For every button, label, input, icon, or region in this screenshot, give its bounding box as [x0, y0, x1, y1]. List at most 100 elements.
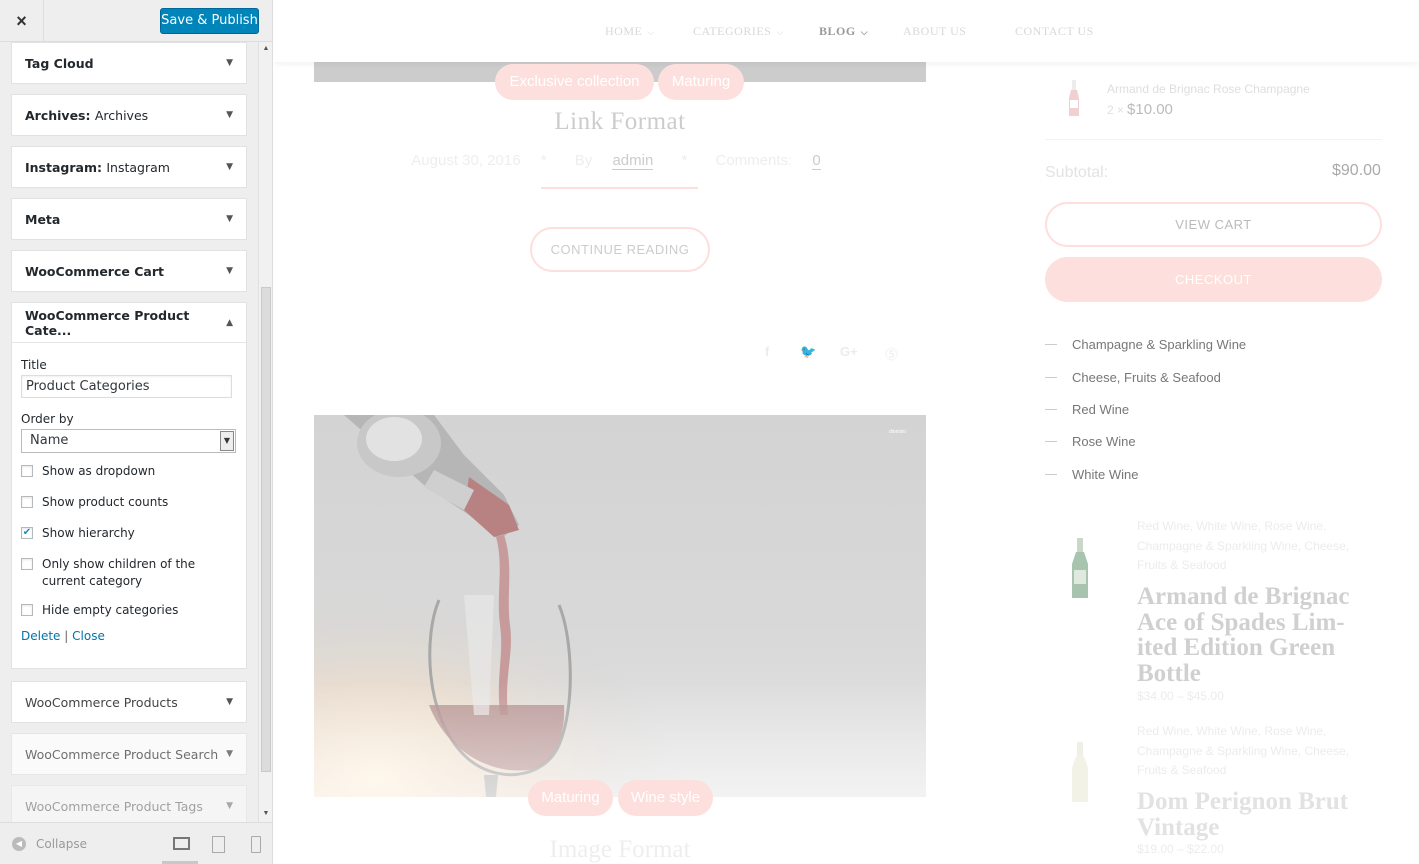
- widget-subtitle: Instagram: [106, 159, 170, 175]
- desktop-preview-icon[interactable]: [172, 837, 190, 851]
- widget-header[interactable]: Tag Cloud ▼: [12, 43, 246, 83]
- scroll-down-icon[interactable]: ▼: [259, 810, 272, 817]
- delete-link[interactable]: Delete: [21, 629, 60, 643]
- show-dropdown-checkbox[interactable]: [21, 465, 33, 477]
- caret-down-icon[interactable]: ▼: [226, 266, 233, 276]
- nav-item-about[interactable]: ABOUT US: [903, 24, 966, 39]
- widget-archives[interactable]: Archives: Archives ▼: [11, 94, 247, 136]
- chevron-down-icon: ⌵: [776, 27, 784, 37]
- post-title[interactable]: Image Format: [314, 836, 926, 864]
- scroll-up-icon[interactable]: ▲: [259, 45, 272, 52]
- widget-tag-cloud[interactable]: Tag Cloud ▼: [11, 42, 247, 84]
- product-thumbnail[interactable]: [1070, 742, 1090, 804]
- only-children-checkbox[interactable]: [21, 558, 33, 570]
- twitter-icon[interactable]: 🐦: [800, 344, 816, 360]
- caret-up-icon[interactable]: ▲: [226, 318, 233, 328]
- category-link[interactable]: Champagne & Sparkling Wine: [1045, 337, 1246, 352]
- widget-woocommerce-cart[interactable]: WooCommerce Cart ▼: [11, 250, 247, 292]
- cart-item-price: 2 × $10.00: [1107, 101, 1173, 118]
- scrollbar-thumb[interactable]: [261, 287, 271, 772]
- continue-reading-button[interactable]: CONTINUE READING: [530, 227, 710, 272]
- caret-down-icon[interactable]: ▼: [226, 162, 233, 172]
- checkbox-row[interactable]: Show product counts: [21, 494, 237, 511]
- show-hierarchy-checkbox[interactable]: ✔: [21, 527, 33, 539]
- widget-product-categories: WooCommerce Product Cate... ▲ Title Prod…: [11, 302, 247, 669]
- widget-header[interactable]: WooCommerce Product Search ▼: [12, 734, 246, 774]
- widget-meta[interactable]: Meta ▼: [11, 198, 247, 240]
- save-publish-button[interactable]: Save & Publish: [160, 8, 259, 34]
- cart-item-thumbnail[interactable]: [1066, 80, 1082, 118]
- caret-down-icon[interactable]: ▼: [226, 749, 233, 759]
- show-counts-checkbox[interactable]: [21, 496, 33, 508]
- nav-item-categories[interactable]: CATEGORIES ⌵: [693, 24, 784, 39]
- facebook-icon[interactable]: f: [765, 344, 769, 359]
- scrollbar[interactable]: ▲ ▼: [258, 42, 272, 822]
- widget-woocommerce-products[interactable]: WooCommerce Products ▼: [11, 681, 247, 723]
- mobile-preview-icon[interactable]: [249, 836, 265, 853]
- category-link[interactable]: Red Wine: [1045, 402, 1129, 417]
- checkbox-row[interactable]: Only show children of the current catego…: [21, 556, 237, 590]
- widget-title: Instagram:: [25, 159, 102, 175]
- widget-title: WooCommerce Products: [25, 694, 178, 710]
- widget-header[interactable]: WooCommerce Product Tags ▼: [12, 786, 246, 822]
- image-caption: dionisio: [889, 429, 906, 435]
- collapse-button[interactable]: ◀ Collapse: [12, 837, 87, 851]
- close-link[interactable]: Close: [72, 629, 105, 643]
- customizer-footer: ◀ Collapse: [0, 822, 272, 864]
- post-tag[interactable]: Maturing: [658, 64, 744, 100]
- product-categories[interactable]: Red Wine, White Wine, Rose Wine, Champag…: [1137, 517, 1357, 576]
- category-link[interactable]: Rose Wine: [1045, 434, 1136, 449]
- product-thumbnail[interactable]: [1070, 538, 1090, 600]
- main-nav: HOME ⌵ CATEGORIES ⌵ BLOG ⌵ ABOUT US CONTACT…: [274, 0, 1419, 62]
- nav-item-contact[interactable]: CONTACT US: [1015, 24, 1094, 39]
- post-tag[interactable]: Exclusive collection: [495, 64, 654, 100]
- checkbox-row[interactable]: Show as dropdown: [21, 463, 237, 480]
- view-cart-button[interactable]: VIEW CART: [1045, 202, 1382, 247]
- nav-item-home[interactable]: HOME ⌵: [605, 24, 655, 39]
- hide-empty-checkbox[interactable]: [21, 604, 33, 616]
- widget-instagram[interactable]: Instagram: Instagram ▼: [11, 146, 247, 188]
- widget-header[interactable]: WooCommerce Cart ▼: [12, 251, 246, 291]
- checkbox-row[interactable]: Hide empty categories: [21, 602, 237, 619]
- widget-header[interactable]: Meta ▼: [12, 199, 246, 239]
- widget-woocommerce-product-tags[interactable]: WooCommerce Product Tags ▼: [11, 785, 247, 822]
- product-categories[interactable]: Red Wine, White Wine, Rose Wine, Champag…: [1137, 722, 1357, 781]
- checkbox-row[interactable]: ✔ Show hierarchy: [21, 525, 237, 542]
- caret-down-icon[interactable]: ▼: [226, 214, 233, 224]
- collapse-label: Collapse: [36, 837, 87, 851]
- widget-woocommerce-product-search[interactable]: WooCommerce Product Search ▼: [11, 733, 247, 775]
- caret-down-icon[interactable]: ▼: [226, 58, 233, 68]
- orderby-select[interactable]: Name ▼: [21, 429, 236, 453]
- comments-link[interactable]: 0: [812, 152, 821, 170]
- nav-item-blog[interactable]: BLOG ⌵: [819, 24, 868, 39]
- post-title[interactable]: Link Format: [314, 108, 926, 136]
- author-link[interactable]: admin: [612, 152, 654, 170]
- separator: |: [64, 629, 69, 643]
- product-name[interactable]: Dom Perignon Brut Vintage: [1137, 789, 1377, 840]
- close-icon[interactable]: ×: [0, 0, 44, 42]
- widget-header[interactable]: WooCommerce Product Cate... ▲: [12, 303, 246, 343]
- product-price: $19.00 – $22.00: [1137, 842, 1224, 856]
- checkout-button[interactable]: CHECKOUT: [1045, 257, 1382, 302]
- category-link[interactable]: White Wine: [1045, 467, 1138, 482]
- select-arrow-icon[interactable]: ▼: [220, 431, 234, 451]
- tablet-preview-icon[interactable]: [211, 836, 227, 853]
- post-image[interactable]: dionisio: [314, 415, 926, 797]
- caret-down-icon[interactable]: ▼: [226, 110, 233, 120]
- pinterest-icon[interactable]: ⓹: [885, 344, 898, 363]
- caret-down-icon[interactable]: ▼: [226, 801, 233, 811]
- post-tag[interactable]: Maturing: [528, 780, 613, 816]
- product-name[interactable]: Armand de Brignac Ace of Spades Lim-ited…: [1137, 584, 1377, 686]
- google-plus-icon[interactable]: G+: [840, 344, 858, 359]
- post-tag[interactable]: Wine style: [618, 780, 713, 816]
- dash-icon: [1045, 409, 1057, 410]
- caret-down-icon[interactable]: ▼: [226, 697, 233, 707]
- by-label: By: [574, 152, 593, 169]
- widget-header[interactable]: Archives: Archives ▼: [12, 95, 246, 135]
- widget-header[interactable]: Instagram: Instagram ▼: [12, 147, 246, 187]
- cart-item-name[interactable]: Armand de Brignac Rose Champagne: [1107, 82, 1310, 96]
- customizer-panel: × Save & Publish Tag Cloud ▼ Archives: A…: [0, 0, 273, 864]
- category-link[interactable]: Cheese, Fruits & Seafood: [1045, 370, 1221, 385]
- title-input[interactable]: Product Categories: [21, 375, 232, 398]
- widget-header[interactable]: WooCommerce Products ▼: [12, 682, 246, 722]
